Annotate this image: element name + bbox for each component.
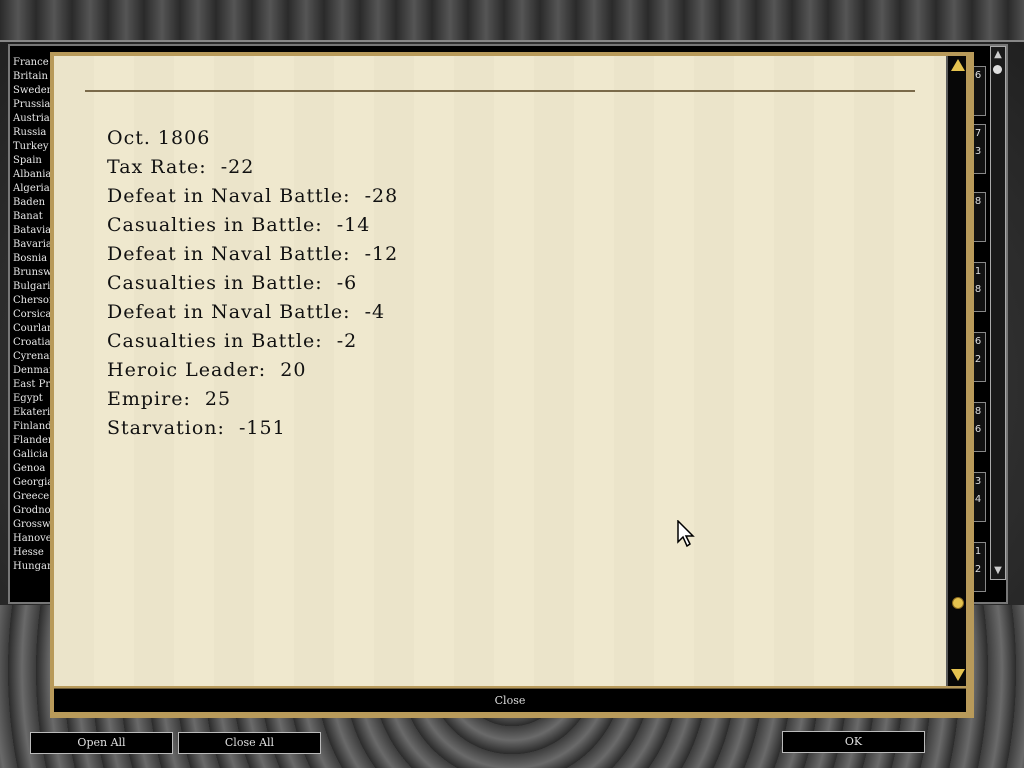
nation-item[interactable]: Egypt — [10, 392, 50, 406]
report-date: Oct. 1806 — [107, 127, 211, 149]
chevron-up-icon[interactable]: ▲ — [992, 49, 1004, 61]
divider — [85, 90, 915, 92]
outer-scrollbar[interactable]: ▲ ▼ — [990, 46, 1006, 580]
nation-list: France Britain Sweden Prussia Austria Russia T… — [10, 56, 50, 574]
nation-item[interactable]: Brunswick — [10, 266, 50, 280]
report-line: Defeat in Naval Battle: -12 — [107, 243, 399, 265]
nation-item[interactable]: Ekaterinoslav — [10, 406, 50, 420]
nation-item[interactable]: Bosnia — [10, 252, 50, 266]
nation-item[interactable]: Austria — [10, 112, 50, 126]
nation-item[interactable]: Algeria — [10, 182, 50, 196]
nation-item[interactable]: Galicia — [10, 448, 50, 462]
nation-item[interactable]: Bavaria — [10, 238, 50, 252]
report-line: Casualties in Battle: -14 — [107, 214, 371, 236]
nation-item[interactable]: Hesse — [10, 546, 50, 560]
open-all-button[interactable]: Open All — [30, 732, 173, 754]
nation-item[interactable]: East Prussia — [10, 378, 50, 392]
report-line: Heroic Leader: 20 — [107, 359, 307, 381]
triangle-down-icon[interactable] — [951, 669, 965, 681]
nation-item[interactable]: Prussia — [10, 98, 50, 112]
triangle-up-icon[interactable] — [951, 59, 965, 71]
nation-item[interactable]: Turkey — [10, 140, 50, 154]
window-frame-top — [0, 0, 1024, 42]
nation-item[interactable]: Cherson — [10, 294, 50, 308]
nation-item[interactable]: Baden — [10, 196, 50, 210]
nation-item[interactable]: Banat — [10, 210, 50, 224]
report-line: Casualties in Battle: -2 — [107, 330, 358, 352]
report-line: Defeat in Naval Battle: -28 — [107, 185, 399, 207]
report-line: Empire: 25 — [107, 388, 232, 410]
close-all-button[interactable]: Close All — [178, 732, 321, 754]
ok-button[interactable]: OK — [782, 731, 925, 753]
nation-item[interactable]: Finland — [10, 420, 50, 434]
close-button[interactable]: Close — [54, 688, 966, 712]
report-line: Tax Rate: -22 — [107, 156, 255, 178]
nation-item[interactable]: Grosswardein — [10, 518, 50, 532]
outer-scroll-thumb[interactable] — [993, 65, 1002, 74]
nation-item[interactable]: Cyrenaica — [10, 350, 50, 364]
nation-item[interactable]: Greece — [10, 490, 50, 504]
report-scroll-thumb[interactable] — [952, 597, 964, 609]
nation-item[interactable]: Batavia — [10, 224, 50, 238]
report-scrollbar[interactable] — [946, 56, 966, 686]
nation-item[interactable]: Spain — [10, 154, 50, 168]
report-paper: Oct. 1806 Tax Rate: -22 Defeat in Naval B… — [54, 56, 946, 686]
report-list: Oct. 1806 Tax Rate: -22 Defeat in Naval B… — [107, 124, 398, 443]
nation-item[interactable]: Georgia — [10, 476, 50, 490]
nation-item[interactable]: Sweden — [10, 84, 50, 98]
nation-item[interactable]: France — [10, 56, 50, 70]
nation-item[interactable]: Courland — [10, 322, 50, 336]
nation-item[interactable]: Denmark — [10, 364, 50, 378]
nation-item[interactable]: Hungary — [10, 560, 50, 574]
report-line: Starvation: -151 — [107, 417, 286, 439]
nation-item[interactable]: Genoa — [10, 462, 50, 476]
nation-item[interactable]: Croatia — [10, 336, 50, 350]
chevron-down-icon[interactable]: ▼ — [992, 565, 1004, 577]
report-dialog: Oct. 1806 Tax Rate: -22 Defeat in Naval B… — [50, 52, 974, 718]
nation-item[interactable]: Grodno — [10, 504, 50, 518]
nation-item[interactable]: Hanover — [10, 532, 50, 546]
nation-item[interactable]: Russia — [10, 126, 50, 140]
report-line: Defeat in Naval Battle: -4 — [107, 301, 386, 323]
nation-item[interactable]: Bulgaria — [10, 280, 50, 294]
nation-item[interactable]: Albania — [10, 168, 50, 182]
nation-item[interactable]: Flanders — [10, 434, 50, 448]
nation-item[interactable]: Corsica — [10, 308, 50, 322]
report-line: Casualties in Battle: -6 — [107, 272, 358, 294]
nation-item[interactable]: Britain — [10, 70, 50, 84]
